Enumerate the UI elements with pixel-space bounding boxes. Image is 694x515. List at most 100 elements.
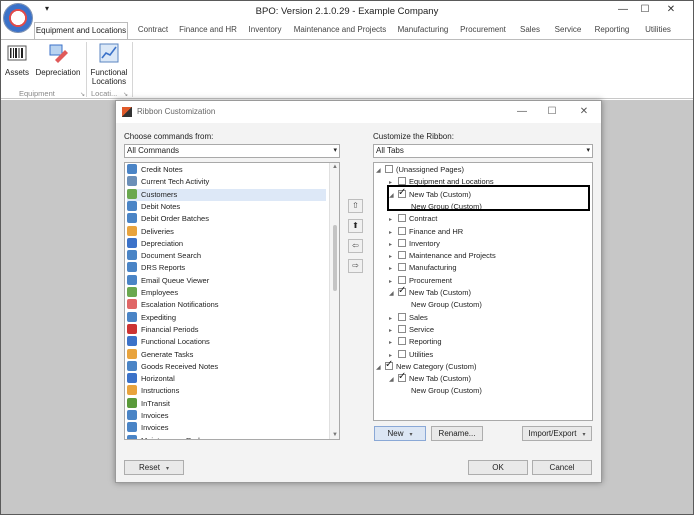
list-item[interactable]: Generate Tasks <box>127 348 193 361</box>
tree-node[interactable]: New Group (Custom) <box>402 299 482 311</box>
expand-arrow-icon[interactable]: ◢ <box>376 165 385 177</box>
move-up-button[interactable]: ⬆ <box>348 219 363 233</box>
commands-list[interactable]: Maintenance Radar Invoices Invoices InTrans… <box>124 162 340 440</box>
tab-maintenance-and-projects[interactable]: Maintenance and Projects <box>292 22 388 39</box>
scroll-down-icon[interactable]: ▼ <box>330 432 339 438</box>
list-item[interactable]: Debit Notes <box>127 200 180 213</box>
list-item[interactable]: Financial Periods <box>127 323 199 336</box>
expand-arrow-icon[interactable]: ▸ <box>389 214 398 226</box>
commands-scrollbar[interactable]: ▲ ▼ <box>329 163 339 439</box>
tab-equipment-and-locations[interactable]: Equipment and Locations <box>34 22 128 39</box>
tree-checkbox[interactable] <box>398 312 406 321</box>
list-item[interactable]: DRS Reports <box>127 262 185 274</box>
tab-sales[interactable]: Sales <box>514 22 546 39</box>
expand-arrow-icon[interactable]: ▸ <box>389 263 398 275</box>
list-item[interactable]: Credit Notes <box>127 164 183 176</box>
expand-arrow-icon[interactable]: ◢ <box>376 362 385 374</box>
tree-node[interactable]: ◢ New Category (Custom) <box>376 359 476 374</box>
expand-arrow-icon[interactable]: ▸ <box>389 337 398 349</box>
tab-reporting[interactable]: Reporting <box>590 22 634 39</box>
ok-button[interactable]: OK <box>468 460 528 475</box>
list-item[interactable]: InTransit <box>127 397 170 410</box>
list-item[interactable]: Email Queue Viewer <box>127 274 209 287</box>
list-item[interactable]: Functional Locations <box>127 336 210 348</box>
tab-utilities[interactable]: Utilities <box>638 22 678 39</box>
tree-checkbox[interactable] <box>385 359 393 371</box>
tree-node[interactable]: ▸ Contract <box>389 213 437 225</box>
list-item[interactable]: Depreciation <box>127 237 183 250</box>
list-item[interactable]: Maintenance Radar <box>127 434 206 439</box>
tree-node[interactable]: ▸ Utilities <box>389 349 433 361</box>
expand-arrow-icon[interactable]: ◢ <box>389 374 398 386</box>
tree-node[interactable]: ◢ (Unassigned Pages) <box>376 164 464 176</box>
tree-checkbox[interactable] <box>398 263 406 272</box>
close-button[interactable]: ✕ <box>661 4 681 18</box>
tree-checkbox[interactable] <box>398 371 406 383</box>
ribbon-tabs-select[interactable]: All Tabs ▾ <box>373 144 593 158</box>
expand-arrow-icon[interactable]: ▸ <box>389 251 398 263</box>
tab-manufacturing[interactable]: Manufacturing <box>394 22 452 39</box>
rename-button[interactable]: Rename... <box>431 426 483 441</box>
dialog-minimize-button[interactable]: — <box>514 106 530 117</box>
list-item[interactable]: Employees <box>127 287 178 299</box>
tree-checkbox[interactable] <box>398 251 406 260</box>
tree-node[interactable]: ▸ Finance and HR <box>389 226 463 238</box>
depreciation-button[interactable]: Depreciation <box>35 42 81 77</box>
tree-checkbox[interactable] <box>398 214 406 223</box>
move-to-top-button[interactable]: ⇧ <box>348 199 363 213</box>
tree-node[interactable]: ◢ New Tab (Custom) <box>389 285 471 300</box>
commands-source-select[interactable]: All Commands ▾ <box>124 144 340 158</box>
expand-arrow-icon[interactable]: ▸ <box>389 313 398 325</box>
scroll-up-icon[interactable]: ▲ <box>330 164 339 170</box>
list-item[interactable]: Escalation Notifications <box>127 299 219 311</box>
tree-checkbox[interactable] <box>398 285 406 297</box>
tab-inventory[interactable]: Inventory <box>242 22 288 39</box>
reset-button[interactable]: Reset ▾ <box>124 460 184 475</box>
tree-checkbox[interactable] <box>398 337 406 346</box>
tree-checkbox[interactable] <box>385 165 393 173</box>
remove-button[interactable]: ⇦ <box>348 239 363 253</box>
tree-checkbox[interactable] <box>398 275 406 284</box>
scrollbar-thumb[interactable] <box>333 225 337 291</box>
cancel-button[interactable]: Cancel <box>532 460 592 475</box>
tree-node[interactable]: ▸ Inventory <box>389 238 440 250</box>
tab-finance-and-hr[interactable]: Finance and HR <box>178 22 238 39</box>
tree-node[interactable]: ▸ Reporting <box>389 336 442 348</box>
tree-node[interactable]: ▸ Service <box>389 324 434 336</box>
tree-checkbox[interactable] <box>398 226 406 235</box>
tree-node[interactable]: ▸ Manufacturing <box>389 262 457 274</box>
tab-contract[interactable]: Contract <box>131 22 175 39</box>
tree-checkbox[interactable] <box>398 324 406 333</box>
expand-arrow-icon[interactable]: ▸ <box>389 239 398 251</box>
tree-node[interactable]: ◢ New Tab (Custom) <box>389 371 471 386</box>
minimize-button[interactable]: — <box>613 4 633 18</box>
dialog-close-button[interactable]: ✕ <box>576 106 592 117</box>
expand-arrow-icon[interactable]: ▸ <box>389 325 398 337</box>
list-item[interactable]: Document Search <box>127 250 201 262</box>
maximize-button[interactable]: ☐ <box>635 4 655 18</box>
tree-node[interactable]: New Group (Custom) <box>402 385 482 397</box>
list-item[interactable]: Goods Received Notes <box>127 360 218 373</box>
tab-service[interactable]: Service <box>550 22 586 39</box>
tree-checkbox[interactable] <box>398 349 406 358</box>
group-launcher-icon[interactable]: ↘ <box>123 91 128 98</box>
tree-checkbox[interactable] <box>398 238 406 247</box>
tab-procurement[interactable]: Procurement <box>458 22 508 39</box>
expand-arrow-icon[interactable]: ◢ <box>389 288 398 300</box>
list-item[interactable]: Instructions <box>127 385 179 397</box>
functional-locations-button[interactable]: Functional Locations <box>89 42 129 86</box>
tree-node[interactable]: ▸ Maintenance and Projects <box>389 250 496 262</box>
expand-arrow-icon[interactable]: ▸ <box>389 276 398 288</box>
dialog-maximize-button[interactable]: ☐ <box>544 106 560 117</box>
tree-node[interactable]: ▸ Sales <box>389 312 428 324</box>
list-item[interactable]: Invoices <box>127 422 169 434</box>
list-item[interactable]: Invoices <box>127 410 169 422</box>
list-item[interactable]: Deliveries <box>127 225 174 238</box>
add-button[interactable]: ⇨ <box>348 259 363 273</box>
list-item[interactable]: Horizontal <box>127 373 175 385</box>
list-item[interactable]: Debit Order Batches <box>127 213 209 225</box>
list-item[interactable]: Expediting <box>127 311 176 324</box>
list-item[interactable]: Current Tech Activity <box>127 176 209 188</box>
assets-button[interactable]: Assets <box>4 42 30 77</box>
list-item[interactable]: Customers <box>127 188 326 201</box>
